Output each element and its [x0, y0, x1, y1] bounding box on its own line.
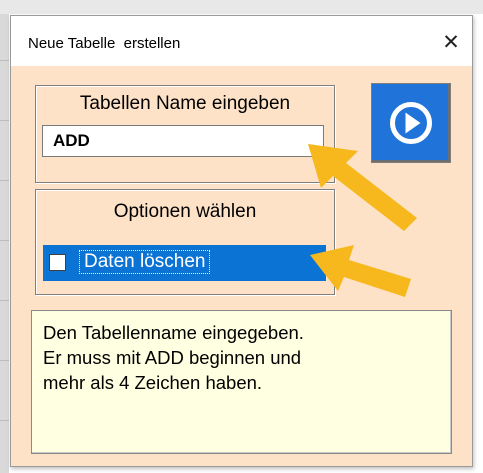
grid-line: [0, 420, 9, 421]
info-line: mehr als 4 Zeichen haben.: [43, 372, 263, 393]
grid-line: [0, 360, 9, 361]
info-box: Den Tabellenname eingegeben. Er muss mit…: [31, 310, 452, 454]
info-line: Den Tabellenname eingegeben.: [43, 322, 304, 343]
dialog-title: Neue Tabelle erstellen: [28, 35, 181, 52]
play-circle-icon: [390, 102, 432, 144]
delete-data-checkbox-row[interactable]: Daten löschen: [43, 245, 326, 281]
title-bar: Neue Tabelle erstellen ✕: [11, 16, 472, 66]
delete-data-label[interactable]: Daten löschen: [78, 250, 211, 274]
run-button[interactable]: [371, 83, 451, 163]
spreadsheet-backdrop-top: [0, 0, 483, 14]
grid-line: [0, 240, 9, 241]
info-line: Er muss mit ADD beginnen und: [43, 347, 302, 368]
close-icon: ✕: [442, 31, 460, 54]
table-name-frame: Tabellen Name eingeben: [35, 85, 335, 183]
table-name-frame-label: Tabellen Name eingeben: [79, 93, 291, 114]
new-table-dialog: Neue Tabelle erstellen ✕ Tabellen Name e…: [10, 15, 473, 467]
close-button[interactable]: ✕: [436, 30, 466, 56]
grid-line: [0, 180, 9, 181]
grid-line: [0, 60, 9, 61]
grid-line: [0, 120, 9, 121]
delete-data-checkbox[interactable]: [49, 254, 66, 271]
grid-line: [0, 300, 9, 301]
table-name-input[interactable]: [42, 125, 324, 157]
options-frame: Optionen wählen Daten löschen: [35, 189, 335, 295]
spreadsheet-backdrop: [0, 0, 9, 473]
options-frame-label: Optionen wählen: [113, 201, 257, 222]
